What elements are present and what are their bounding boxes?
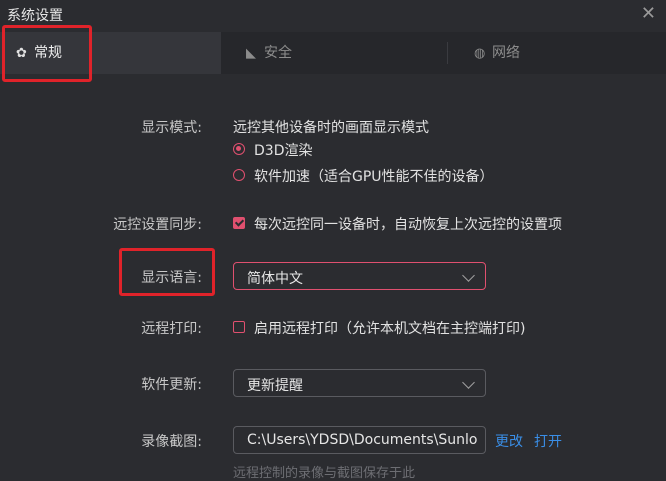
tab-bar: ✿ 常规 ◣ 安全 ◍ 网络 xyxy=(0,32,666,74)
gear-icon: ✿ xyxy=(16,46,27,61)
radio-d3d[interactable] xyxy=(233,143,245,155)
chevron-down-icon xyxy=(462,269,475,282)
radio-software[interactable] xyxy=(233,169,245,181)
language-value: 简体中文 xyxy=(247,271,303,287)
close-icon[interactable]: ✕ xyxy=(641,4,656,24)
recording-path-input[interactable]: C:\Users\YDSD\Documents\Sunlo xyxy=(233,426,486,454)
remote-print-checkbox[interactable] xyxy=(233,321,245,333)
shield-icon: ◣ xyxy=(246,46,256,61)
sync-checkbox[interactable] xyxy=(233,217,245,229)
open-folder-link[interactable]: 打开 xyxy=(534,431,562,451)
tab-security[interactable]: ◣ 安全 xyxy=(221,32,447,74)
change-path-link[interactable]: 更改 xyxy=(495,431,523,451)
update-value: 更新提醒 xyxy=(247,378,303,394)
update-label: 软件更新: xyxy=(141,377,202,393)
window-title: 系统设置 xyxy=(7,8,63,24)
remote-print-checkbox-label[interactable]: 启用远程打印（允许本机文档在主控端打印) xyxy=(254,318,525,338)
display-mode-label: 显示模式: xyxy=(141,120,202,136)
language-label: 显示语言: xyxy=(141,270,202,286)
display-mode-description: 远控其他设备时的画面显示模式 xyxy=(233,120,429,136)
sync-label: 远控设置同步: xyxy=(113,217,202,233)
radio-d3d-label[interactable]: D3D渲染 xyxy=(254,140,312,160)
recording-hint: 远程控制的录像与截图保存于此 xyxy=(233,466,416,481)
radio-software-label[interactable]: 软件加速（适合GPU性能不佳的设备） xyxy=(254,166,494,186)
tab-label: 网络 xyxy=(492,45,520,61)
tab-label: 安全 xyxy=(264,45,292,61)
language-select[interactable]: 简体中文 xyxy=(233,262,486,290)
globe-icon: ◍ xyxy=(474,46,486,61)
tab-general[interactable]: ✿ 常规 xyxy=(0,32,221,74)
recording-label: 录像截图: xyxy=(141,434,202,450)
recording-path-value: C:\Users\YDSD\Documents\Sunlo xyxy=(247,432,478,448)
chevron-down-icon xyxy=(462,376,475,389)
tab-label: 常规 xyxy=(34,45,62,61)
tab-network[interactable]: ◍ 网络 xyxy=(447,32,666,74)
sync-checkbox-label[interactable]: 每次远控同一设备时，自动恢复上次远控的设置项 xyxy=(254,214,562,234)
update-select[interactable]: 更新提醒 xyxy=(233,369,486,397)
title-bar: 系统设置 ✕ xyxy=(0,0,666,32)
remote-print-label: 远程打印: xyxy=(141,321,202,337)
